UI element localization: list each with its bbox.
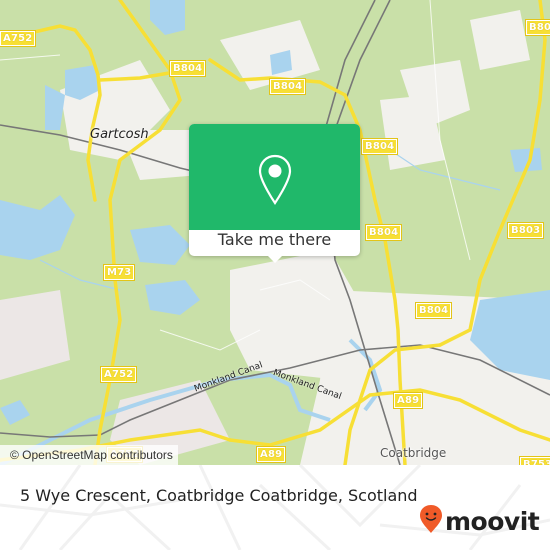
road-shield-b804: B804 xyxy=(168,60,207,77)
take-me-there-button[interactable]: Take me there xyxy=(189,230,360,256)
moovit-wordmark: moovit xyxy=(445,506,540,536)
place-label-coatbridge: Coatbridge xyxy=(380,446,447,460)
road-shield-a752: A752 xyxy=(99,366,138,383)
place-label-gartcosh: Gartcosh xyxy=(90,127,149,142)
moovit-smile-pin-icon xyxy=(419,504,443,538)
road-shield-a752: A752 xyxy=(0,30,37,47)
road-shield-a89: A89 xyxy=(392,392,424,409)
address-text: 5 Wye Crescent, Coatbridge Coatbridge, S… xyxy=(20,486,418,505)
road-shield-b804: B804 xyxy=(364,224,403,241)
map-pin-icon xyxy=(258,154,292,210)
road-shield-m73: M73 xyxy=(102,264,136,281)
destination-popup: Take me there xyxy=(189,124,360,263)
popup-header xyxy=(189,124,360,230)
road-shield-a89: A89 xyxy=(255,446,287,463)
road-shield-b804: B804 xyxy=(268,78,307,95)
map-attribution[interactable]: © OpenStreetMap contributors xyxy=(0,445,178,465)
road-shield-b803: B803 xyxy=(506,222,545,239)
moovit-logo[interactable]: moovit xyxy=(419,504,540,538)
road-shield-b802: B802 xyxy=(524,19,550,36)
road-shield-b804: B804 xyxy=(414,302,453,319)
road-shield-b804: B804 xyxy=(360,138,399,155)
road-shield-b753: B753 xyxy=(518,456,550,465)
popup-pointer xyxy=(267,255,283,263)
